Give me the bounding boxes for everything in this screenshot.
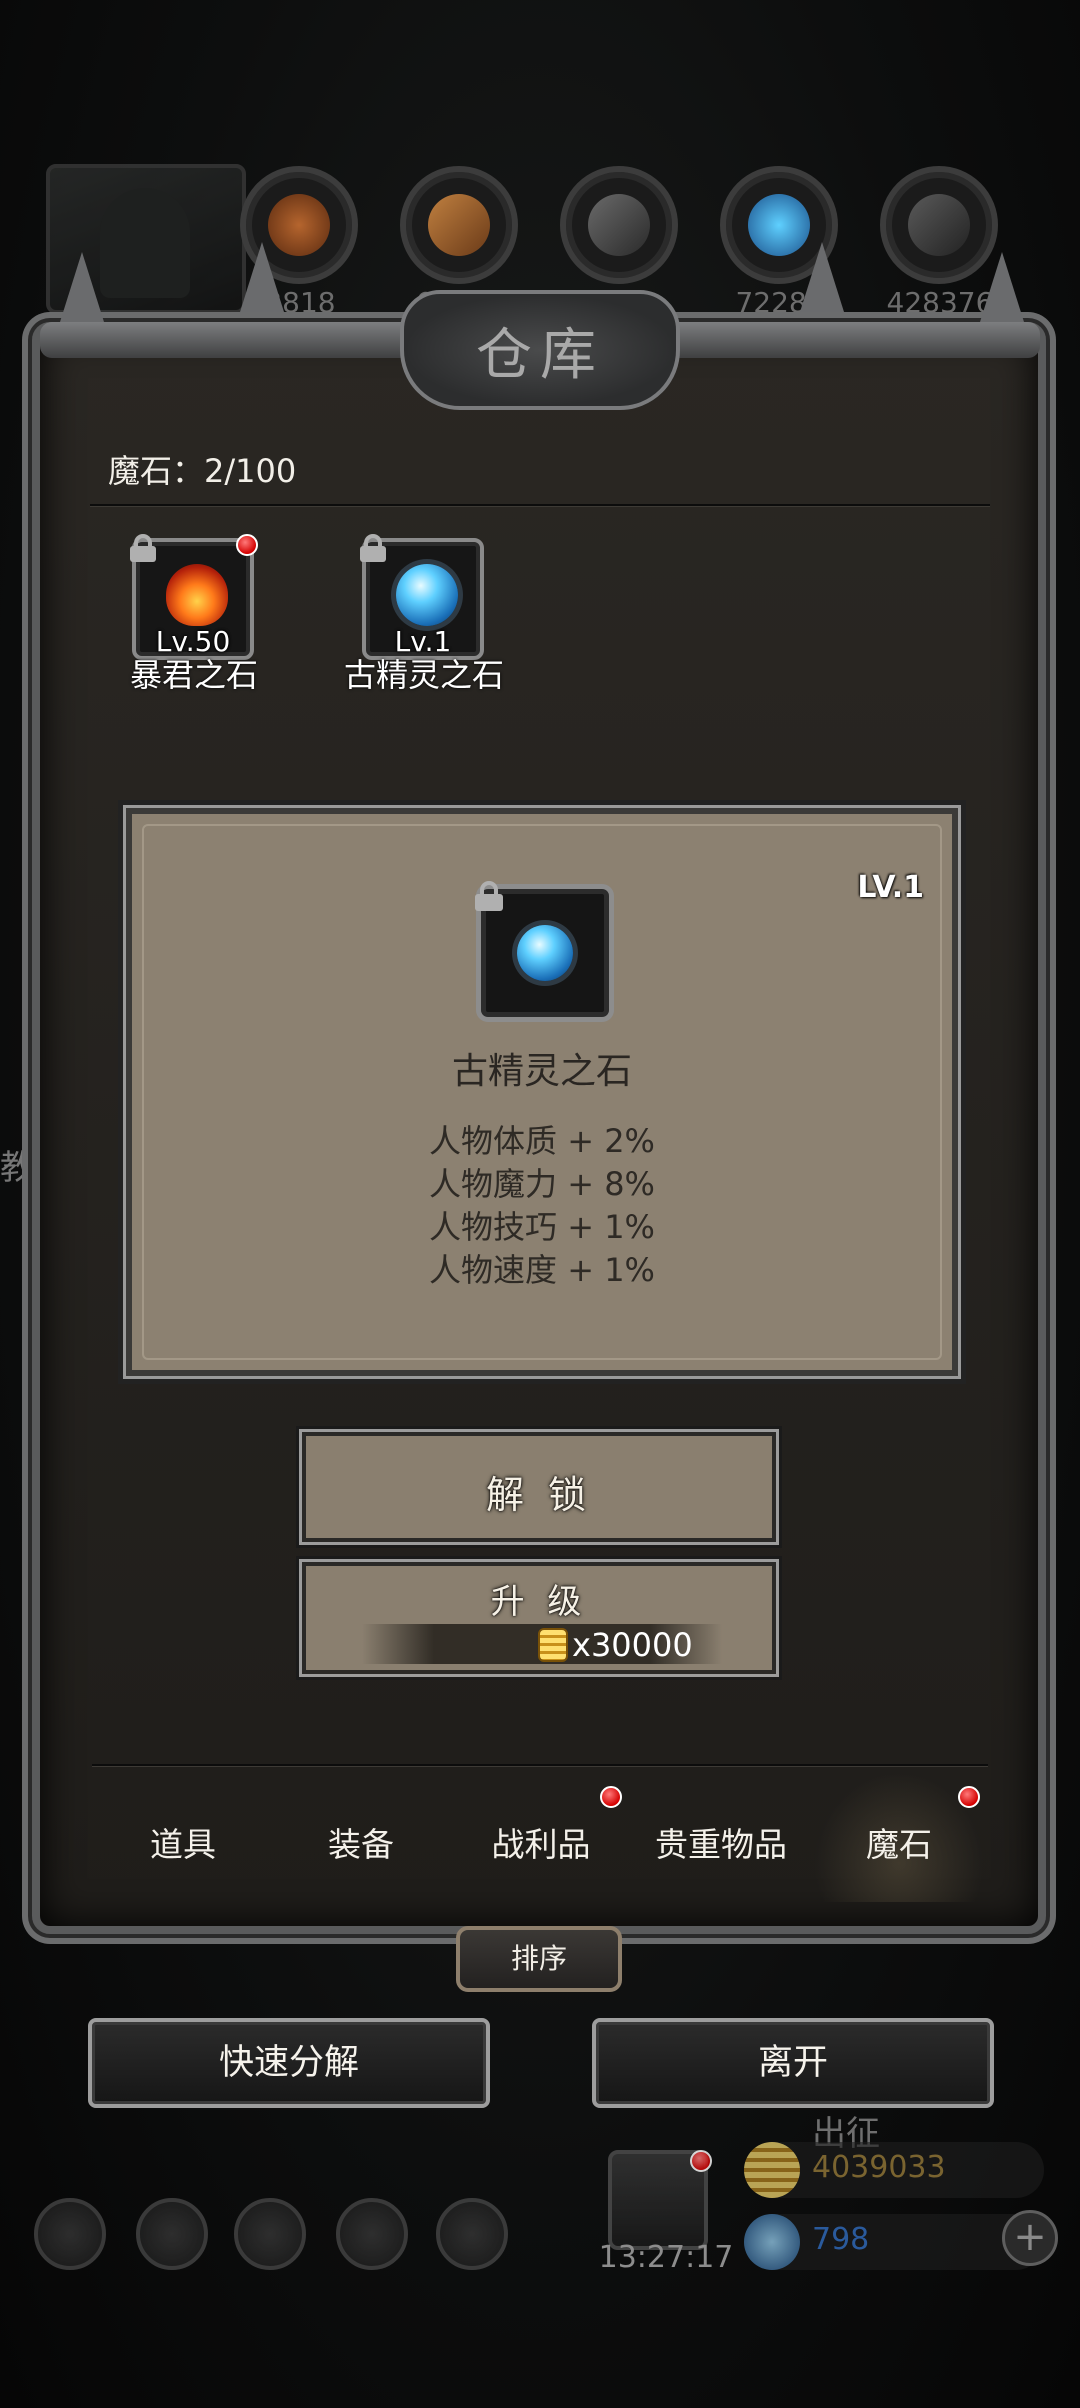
detail-stat: 人物技巧 + 1%	[429, 1208, 655, 1246]
dice-icon[interactable]	[436, 2198, 508, 2270]
settings-icon[interactable]	[34, 2198, 106, 2270]
divider	[92, 1764, 988, 1767]
panel-title: 仓库	[476, 323, 604, 388]
gift-timer: 13:27:17	[598, 2240, 734, 2275]
add-currency-button[interactable]: +	[1002, 2210, 1058, 2266]
leave-button[interactable]: 离开	[592, 2018, 994, 2108]
item-name: 古精灵之石	[343, 656, 504, 694]
achievement-icon[interactable]	[136, 2198, 208, 2270]
sort-button[interactable]: 排序	[456, 1926, 622, 1992]
upgrade-cost-text: x30000	[572, 1626, 693, 1664]
background-side-text: 教	[0, 1148, 34, 1188]
unlock-label: 解 锁	[485, 1473, 593, 1517]
tab-items[interactable]: 道具	[98, 1818, 268, 1866]
upgrade-button[interactable]: 升 级 x30000	[302, 1562, 776, 1674]
mail-icon[interactable]	[336, 2198, 408, 2270]
item-name: 暴君之石	[129, 656, 258, 694]
gold-amount: 4039033	[812, 2150, 946, 2185]
detail-stat: 人物体质 + 2%	[429, 1122, 655, 1160]
divider	[90, 504, 990, 507]
quick-decompose-button[interactable]: 快速分解	[88, 2018, 490, 2108]
gold-coin-icon	[538, 1628, 568, 1662]
detail-item-name: 古精灵之石	[451, 1051, 632, 1092]
book-icon[interactable]	[234, 2198, 306, 2270]
tab-equipment[interactable]: 装备	[276, 1818, 446, 1866]
lock-icon	[130, 534, 156, 562]
item-slot-tyrant-stone[interactable]: Lv.50	[130, 534, 258, 660]
upgrade-cost: x30000	[362, 1624, 722, 1664]
lock-icon	[475, 881, 503, 911]
upgrade-label: 升 级	[490, 1582, 588, 1622]
tab-valuables[interactable]: 贵重物品	[636, 1818, 806, 1866]
blue-gem-icon	[744, 2214, 800, 2270]
ice-stone-icon	[517, 925, 573, 981]
lock-icon	[360, 534, 386, 562]
ice-stone-icon	[396, 564, 458, 626]
tab-loot[interactable]: 战利品	[456, 1818, 626, 1866]
item-slot-ancient-elf-stone[interactable]: Lv.1	[360, 534, 484, 660]
magic-stone-count: 魔石：2/100	[108, 452, 297, 490]
detail-item-icon	[475, 881, 614, 1022]
gold-stack-icon	[744, 2142, 800, 2198]
notification-dot	[958, 1786, 980, 1808]
detail-level: LV.1	[857, 870, 924, 905]
item-detail-card: LV.1 古精灵之石 人物体质 + 2% 人物魔力 + 8% 人物技巧 + 1%…	[126, 808, 958, 1376]
notification-dot	[600, 1786, 622, 1808]
detail-stat: 人物魔力 + 8%	[429, 1165, 655, 1203]
fire-stone-icon	[166, 564, 228, 626]
notification-dot	[236, 534, 258, 556]
gem-amount: 798	[812, 2222, 870, 2257]
tab-magic-stone[interactable]: 魔石	[814, 1818, 984, 1866]
notification-dot	[690, 2150, 712, 2172]
detail-stat: 人物速度 + 1%	[429, 1251, 655, 1289]
unlock-button[interactable]: 解 锁	[302, 1432, 776, 1542]
